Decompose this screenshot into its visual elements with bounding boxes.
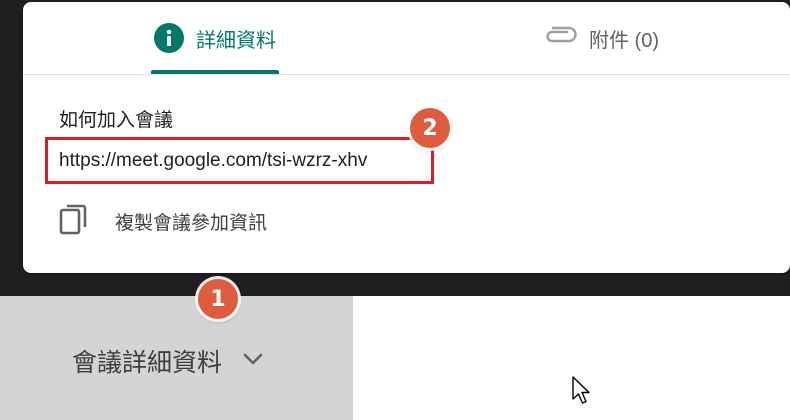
mouse-pointer-icon <box>572 376 592 411</box>
copy-joining-info-label: 複製會議參加資訊 <box>115 212 268 234</box>
chevron-down-icon <box>242 352 264 371</box>
meeting-details-toggle-label: 會議詳細資料 <box>72 349 223 377</box>
meeting-details-toggle[interactable]: 會議詳細資料 <box>72 338 264 384</box>
tab-attachments-label: 附件 (0) <box>589 29 659 52</box>
tab-details-label: 詳細資料 <box>196 29 276 52</box>
join-meeting-heading: 如何加入會議 <box>59 110 174 131</box>
copy-icon <box>59 203 89 240</box>
paperclip-icon <box>543 26 577 51</box>
meeting-details-popup: 詳細資料 附件 (0) 如何加入會議 https://meet.google.c… <box>23 2 790 273</box>
copy-joining-info-button[interactable]: 複製會議參加資訊 <box>59 202 267 240</box>
tab-attachments[interactable]: 附件 (0) <box>537 2 665 74</box>
step-badge-1: 1 <box>198 279 238 319</box>
tab-details[interactable]: 詳細資料 <box>151 2 279 74</box>
step-badge-2: 2 <box>410 108 450 148</box>
meeting-link[interactable]: https://meet.google.com/tsi-wzrz-xhv <box>59 150 367 172</box>
info-icon <box>154 23 184 53</box>
tab-divider <box>23 74 790 75</box>
